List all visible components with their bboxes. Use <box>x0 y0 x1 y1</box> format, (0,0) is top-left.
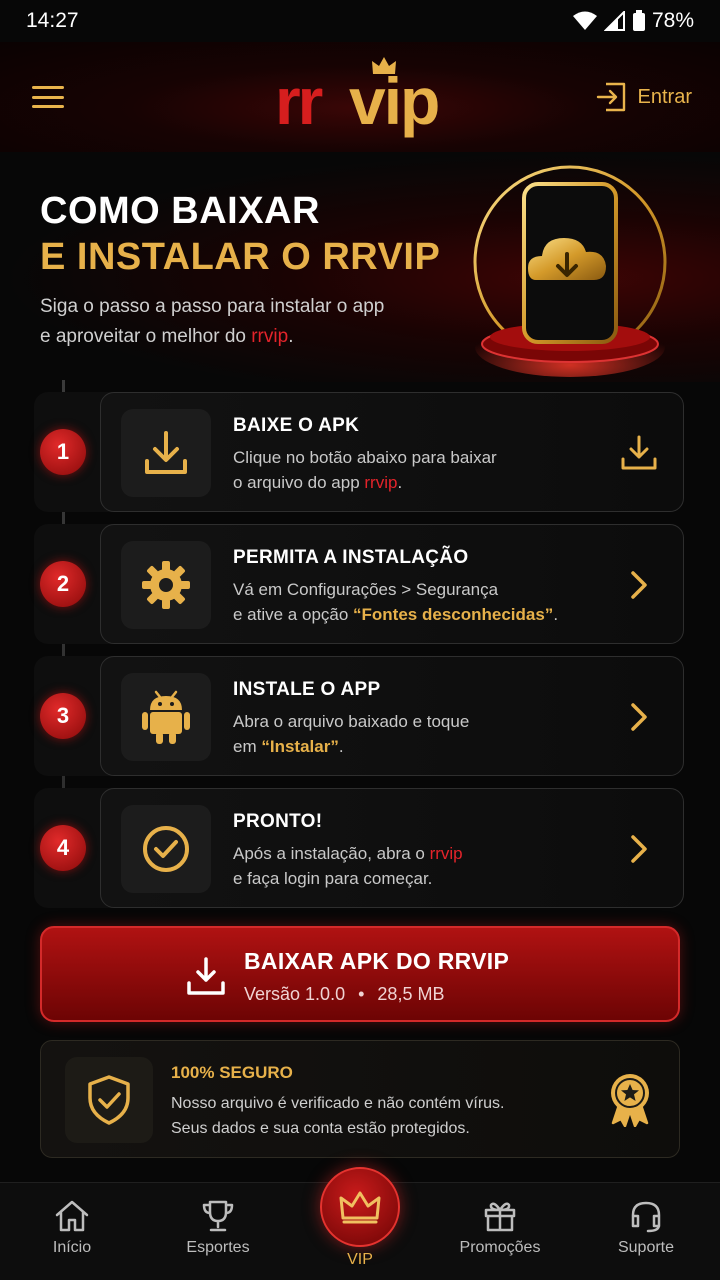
security-card: 100% SEGURO Nosso arquivo é verificado e… <box>40 1040 680 1158</box>
chevron-right-icon <box>631 835 647 863</box>
step-chevron[interactable] <box>619 565 659 605</box>
trophy-icon <box>202 1200 234 1232</box>
nav-vip-label: VIP <box>347 1251 373 1268</box>
android-icon <box>142 690 190 744</box>
app-header: rr vip Entrar <box>0 42 720 152</box>
step-download-apk[interactable]: BAIXE O APK Clique no botão abaixo para … <box>100 392 684 512</box>
hero-title-line2: E INSTALAR O RRVIP <box>40 236 441 278</box>
login-label: Entrar <box>637 85 692 108</box>
step-description: Após a instalação, abra o rrvip e faça l… <box>233 844 463 888</box>
step-chevron[interactable] <box>619 829 659 869</box>
step-title: BAIXE O APK <box>233 415 360 436</box>
gift-icon <box>484 1202 516 1232</box>
login-icon <box>596 82 625 112</box>
step-title: PERMITA A INSTALAÇÃO <box>233 547 469 568</box>
award-badge-icon <box>611 1074 649 1127</box>
step-title: PRONTO! <box>233 811 323 832</box>
download-meta: Versão 1.0.0 • 28,5 MB <box>244 984 445 1004</box>
headset-icon <box>631 1201 661 1233</box>
step-number: 1 <box>40 429 86 475</box>
download-icon <box>145 431 187 474</box>
login-button[interactable]: Entrar <box>596 82 692 112</box>
nav-esportes[interactable]: Esportes <box>158 1199 278 1269</box>
step-download-action[interactable] <box>619 433 659 473</box>
nav-suporte[interactable]: Suporte <box>586 1199 706 1269</box>
security-title: 100% SEGURO <box>171 1063 293 1082</box>
phone-download-illustration <box>473 165 667 377</box>
step-ready[interactable]: PRONTO! Após a instalação, abra o rrvip … <box>100 788 684 908</box>
step-description: Clique no botão abaixo para baixar o arq… <box>233 448 497 492</box>
step-description: Vá em Configurações > Segurança e ative … <box>233 580 559 624</box>
download-title: BAIXAR APK DO RRVIP <box>244 948 510 974</box>
nav-promocoes[interactable]: Promoções <box>440 1199 560 1269</box>
security-description: Nosso arquivo é verificado e não contém … <box>171 1095 505 1137</box>
status-time: 14:27 <box>26 9 79 32</box>
battery-percent: 78% <box>651 9 694 32</box>
bottom-navigation: Início Esportes VIP Promoções Suporte <box>0 1167 720 1280</box>
step-description: Abra o arquivo baixado e toque em “Insta… <box>233 712 470 756</box>
hero-title-line1: COMO BAIXAR <box>40 190 320 232</box>
battery-icon <box>632 10 645 31</box>
download-icon <box>621 435 657 470</box>
step-number: 3 <box>40 693 86 739</box>
home-icon <box>55 1200 89 1232</box>
chevron-right-icon <box>631 703 647 731</box>
step-title: INSTALE O APP <box>233 679 381 700</box>
hero-subtitle: Siga o passo a passo para instalar o app… <box>40 296 385 347</box>
check-circle-icon <box>143 826 189 872</box>
status-bar: 14:27 78% <box>0 0 720 42</box>
step-number: 2 <box>40 561 86 607</box>
nav-inicio[interactable]: Início <box>12 1199 132 1269</box>
signal-icon <box>603 11 625 31</box>
download-icon <box>187 957 225 995</box>
rrvip-logo[interactable]: rr vip <box>275 54 445 138</box>
crown-icon <box>339 1191 381 1224</box>
logo-vip: vip <box>349 64 440 138</box>
install-steps: 1 BAIXE O APK Clique no botão abaixo par… <box>0 380 720 910</box>
chevron-right-icon <box>631 571 647 599</box>
shield-check-icon <box>88 1075 130 1125</box>
hero-section: COMO BAIXAR E INSTALAR O RRVIP Siga o pa… <box>0 152 720 382</box>
step-allow-install[interactable]: PERMITA A INSTALAÇÃO Vá em Configurações… <box>100 524 684 644</box>
step-chevron[interactable] <box>619 697 659 737</box>
gear-icon <box>142 561 190 609</box>
step-number: 4 <box>40 825 86 871</box>
status-icons: 78% <box>572 9 694 33</box>
hamburger-menu-icon[interactable] <box>30 82 66 112</box>
wifi-icon <box>572 11 597 30</box>
step-install-app[interactable]: INSTALE O APP Abra o arquivo baixado e t… <box>100 656 684 776</box>
logo-rr: rr <box>275 64 323 138</box>
download-apk-button[interactable]: BAIXAR APK DO RRVIP Versão 1.0.0 • 28,5 … <box>40 926 680 1022</box>
nav-vip[interactable] <box>320 1167 400 1247</box>
